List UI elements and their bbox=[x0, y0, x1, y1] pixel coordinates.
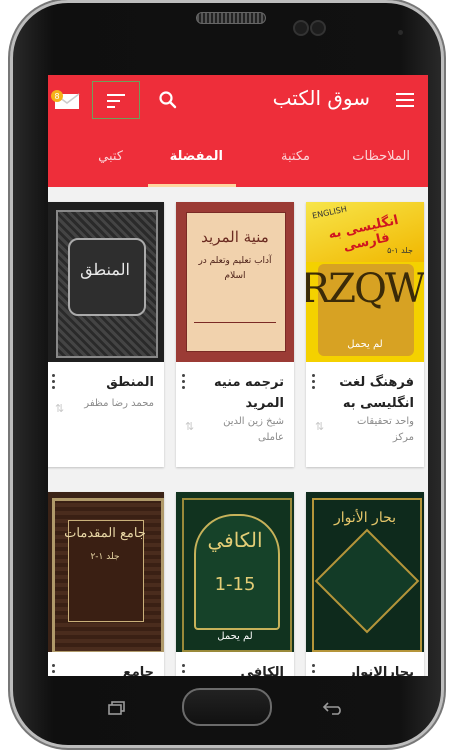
book-title: فرهنگ لغت انگلیسی به bbox=[339, 375, 414, 411]
not-downloaded-badge: لم يحمل bbox=[217, 631, 253, 642]
book-card[interactable]: بحار الأنوار بحارالانوار bbox=[306, 492, 424, 676]
book-title: المنطق bbox=[106, 375, 154, 390]
book-card[interactable]: جامع المقدمات جلد ۱-۲ جامع bbox=[48, 492, 164, 676]
book-card[interactable]: الكافي 1-15 لم يحمل الكافى bbox=[176, 492, 294, 676]
tab-library[interactable]: مكتبة bbox=[281, 149, 310, 164]
recents-icon[interactable] bbox=[108, 700, 126, 715]
book-cover: الكافي 1-15 لم يحمل bbox=[176, 492, 294, 652]
book-card[interactable]: ENGLISH انگلیسی به فارسی جلد ۱-۵ RZQW لم… bbox=[306, 202, 424, 467]
not-downloaded-badge: لم يحمل bbox=[347, 339, 383, 350]
search-icon[interactable] bbox=[158, 90, 178, 110]
front-camera bbox=[293, 20, 309, 36]
front-sensor bbox=[310, 20, 326, 36]
download-icon[interactable]: ⇅ bbox=[185, 420, 194, 433]
download-icon[interactable]: ⇅ bbox=[55, 402, 64, 415]
tab-bar: الملاحظات مكتبة المفضلة كتبي bbox=[48, 127, 428, 187]
home-button[interactable] bbox=[182, 688, 272, 726]
book-cover: المنطق bbox=[48, 202, 164, 362]
phone-frame: 8 سوق الكتب الملاحظات مكتبة المفضلة كتبي… bbox=[10, 0, 444, 748]
more-vert-icon[interactable] bbox=[312, 374, 316, 390]
sort-button[interactable] bbox=[92, 81, 140, 119]
more-vert-icon[interactable] bbox=[52, 374, 56, 390]
back-icon[interactable] bbox=[322, 700, 344, 715]
menu-icon[interactable] bbox=[396, 93, 414, 107]
app-screen: 8 سوق الكتب الملاحظات مكتبة المفضلة كتبي… bbox=[48, 75, 428, 676]
download-icon[interactable]: ⇅ bbox=[315, 420, 324, 433]
book-card[interactable]: المنطق المنطق محمد رضا مظفر ⇅ bbox=[48, 202, 164, 467]
book-author: محمد رضا مظفر bbox=[84, 398, 154, 409]
proximity-sensor bbox=[398, 30, 403, 35]
more-vert-icon[interactable] bbox=[182, 664, 186, 676]
book-grid: ENGLISH انگلیسی به فارسی جلد ۱-۵ RZQW لم… bbox=[48, 187, 428, 676]
book-cover: ENGLISH انگلیسی به فارسی جلد ۱-۵ RZQW لم… bbox=[306, 202, 424, 362]
tab-notes[interactable]: الملاحظات bbox=[352, 149, 410, 164]
book-cover: بحار الأنوار bbox=[306, 492, 424, 652]
mail-icon[interactable]: 8 bbox=[51, 90, 81, 110]
app-bar: 8 سوق الكتب bbox=[48, 75, 428, 127]
book-title: ترجمه منیه المريد bbox=[213, 375, 284, 411]
hardware-nav-bar bbox=[0, 676, 453, 748]
more-vert-icon[interactable] bbox=[52, 664, 56, 676]
book-title: الكافى bbox=[240, 665, 284, 676]
earpiece-speaker bbox=[196, 12, 266, 24]
app-title: سوق الكتب bbox=[272, 86, 370, 110]
book-card[interactable]: منية المريد آداب تعليم وتعلم در اسلام تر… bbox=[176, 202, 294, 467]
svg-text:8: 8 bbox=[54, 92, 59, 101]
book-author: واحد تحقیقات مرکز bbox=[356, 416, 414, 443]
book-cover: منية المريد آداب تعليم وتعلم در اسلام bbox=[176, 202, 294, 362]
more-vert-icon[interactable] bbox=[312, 664, 316, 676]
book-title: جامع bbox=[122, 665, 154, 676]
tab-my-books[interactable]: كتبي bbox=[98, 149, 123, 164]
book-author: شیخ زین الدين عاملى bbox=[223, 416, 284, 443]
tab-favorites[interactable]: المفضلة bbox=[170, 149, 223, 164]
more-vert-icon[interactable] bbox=[182, 374, 186, 390]
book-cover: جامع المقدمات جلد ۱-۲ bbox=[48, 492, 164, 652]
book-title: بحارالانوار bbox=[348, 665, 414, 676]
